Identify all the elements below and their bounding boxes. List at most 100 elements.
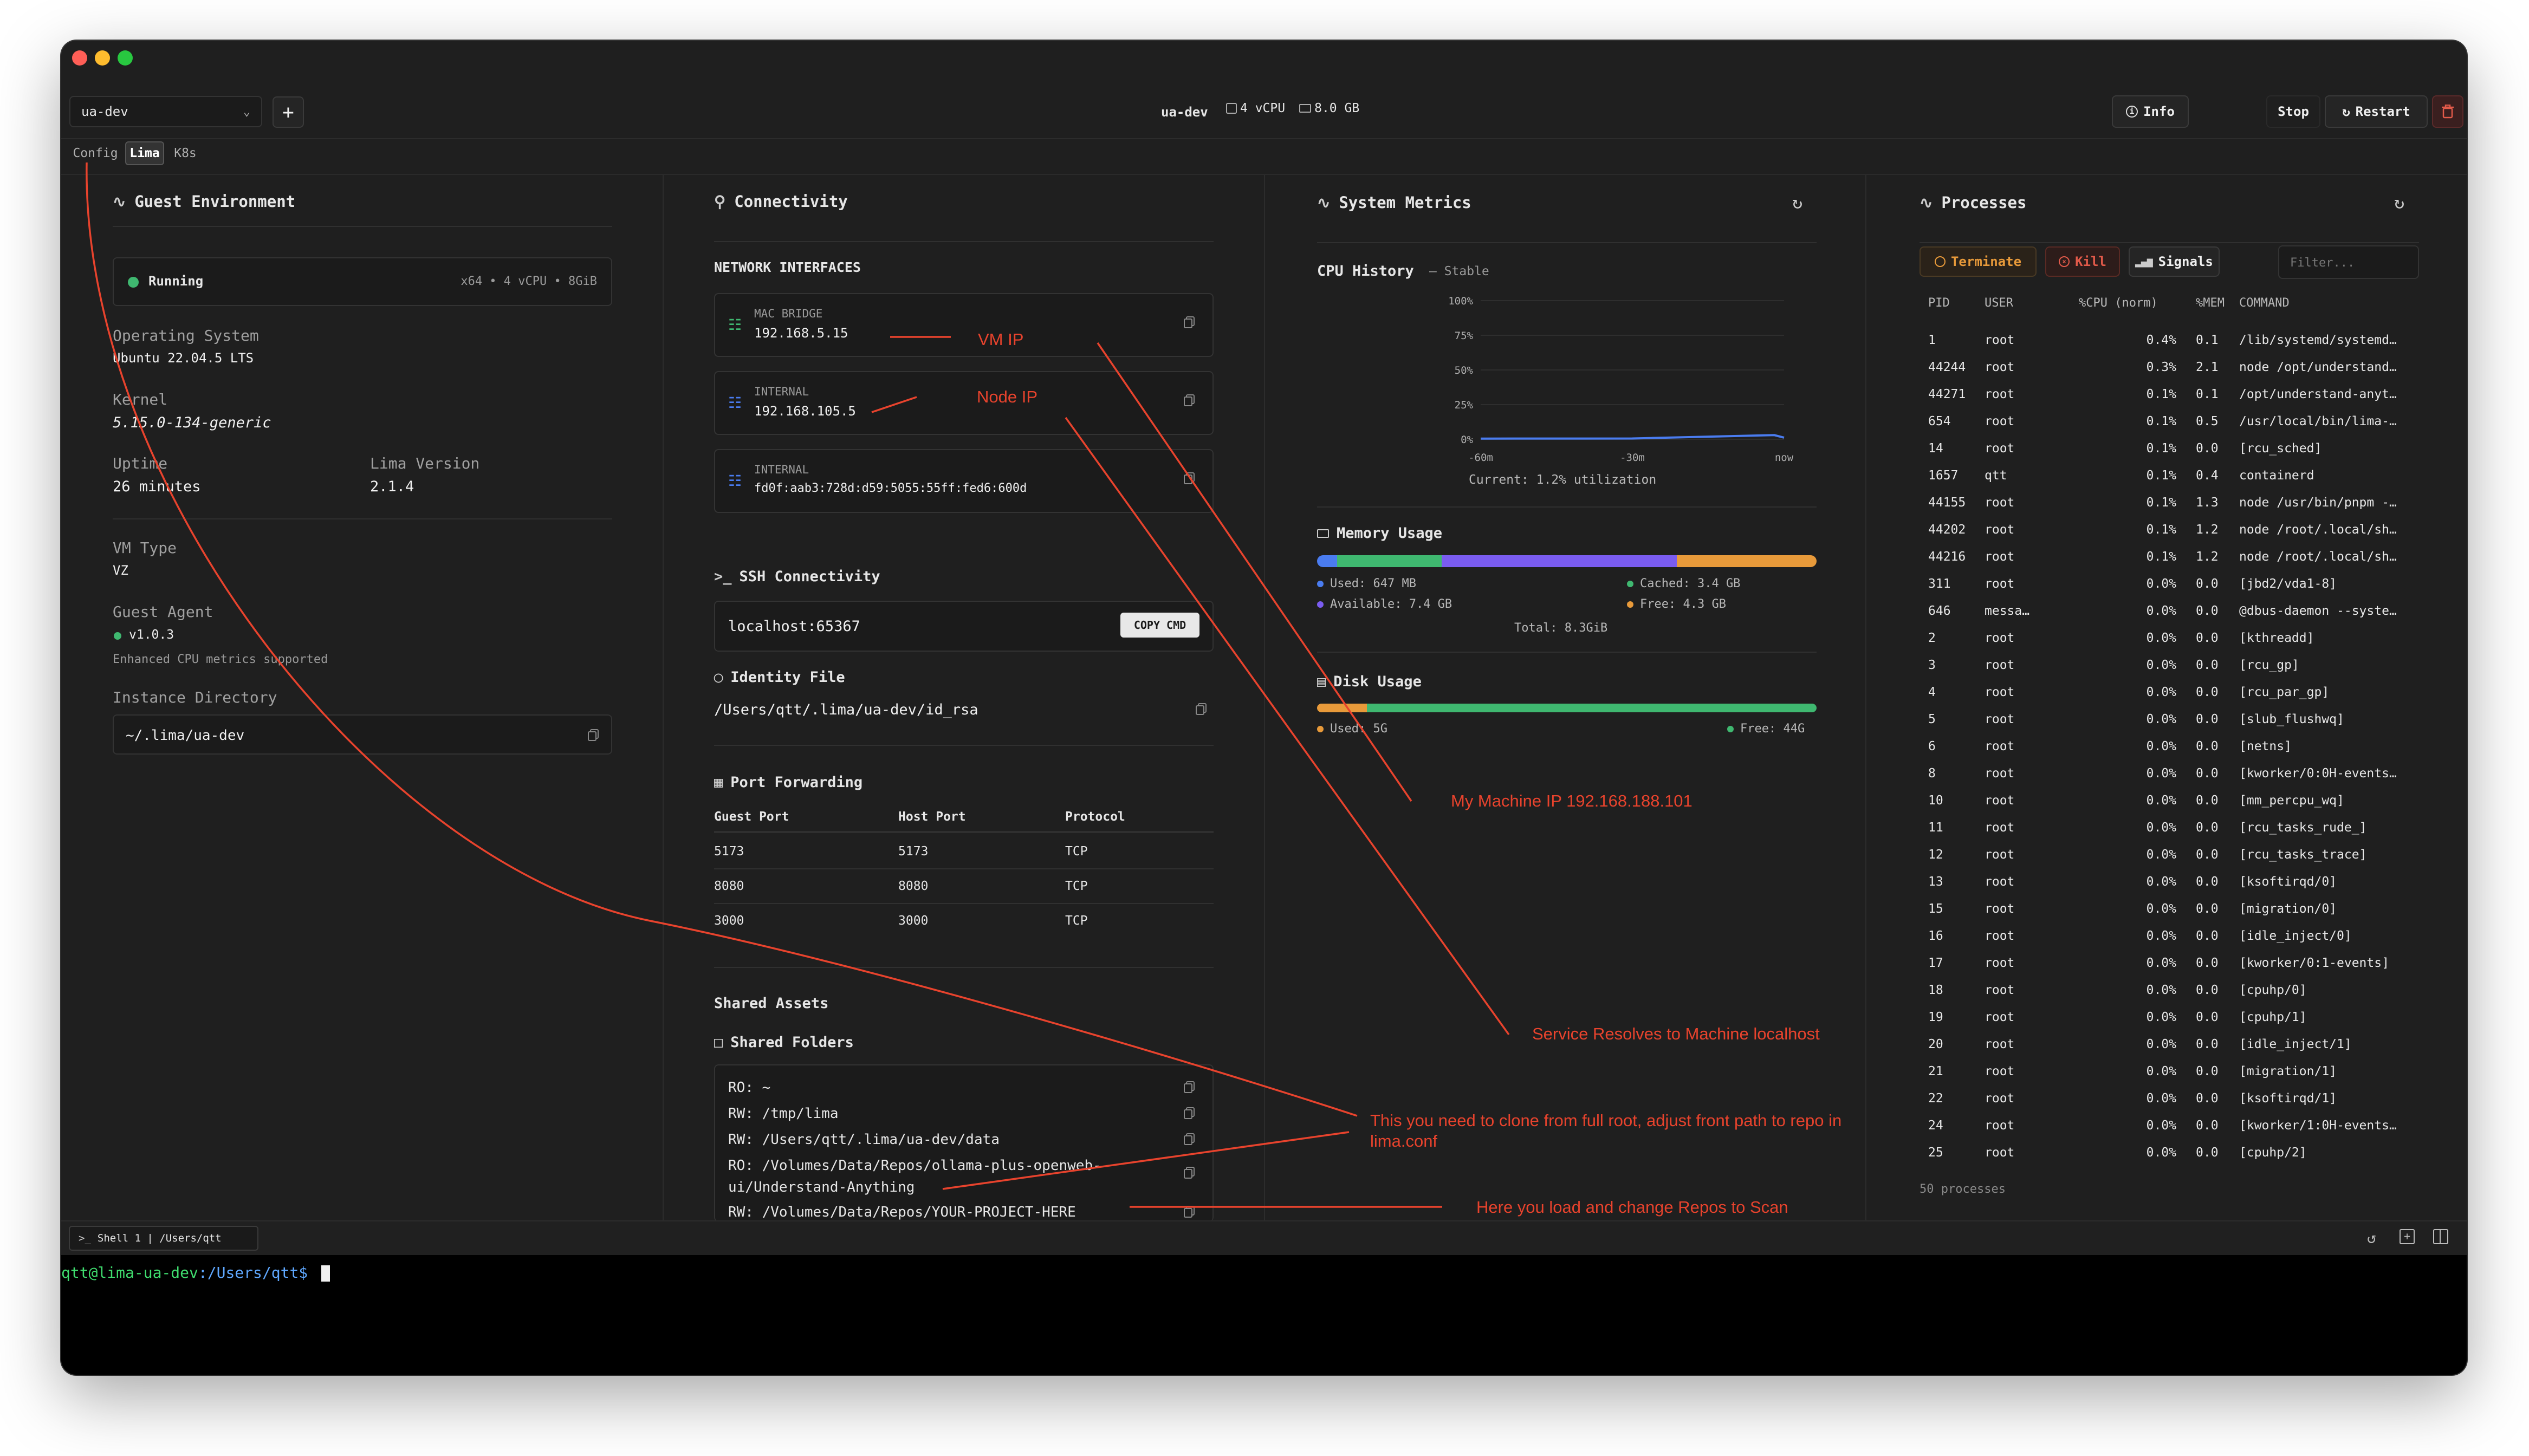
history-icon[interactable]: ↺	[2367, 1229, 2376, 1247]
process-row[interactable]: 6 root 0.0% 0.0 [netns]	[1920, 739, 2440, 766]
filter-input[interactable]: Filter...	[2278, 245, 2419, 279]
delete-instance-button[interactable]	[2432, 95, 2463, 128]
process-row[interactable]: 4 root 0.0% 0.0 [rcu_par_gp]	[1920, 685, 2440, 712]
copy-icon[interactable]	[1195, 703, 1207, 718]
kill-button[interactable]: × Kill	[2045, 246, 2120, 277]
restart-button[interactable]: ↻ Restart	[2325, 95, 2428, 128]
refresh-icon[interactable]: ↻	[2394, 192, 2404, 213]
zoom-window-button[interactable]	[118, 50, 133, 66]
copy-icon[interactable]	[1183, 1133, 1195, 1148]
user-cell: root	[1985, 1091, 2015, 1106]
refresh-icon[interactable]: ↻	[1792, 192, 1802, 213]
process-row[interactable]: 10 root 0.0% 0.0 [mm_percpu_wq]	[1920, 794, 2440, 821]
command-cell: /lib/systemd/systemd…	[2239, 333, 2397, 347]
process-row[interactable]: 2 root 0.0% 0.0 [kthreadd]	[1920, 631, 2440, 658]
col-pid[interactable]: PID	[1928, 296, 1950, 310]
interface-kind: MAC BRIDGE	[754, 307, 823, 320]
copy-icon[interactable]	[1183, 316, 1195, 331]
pf-header-host: Host Port	[898, 810, 966, 824]
command-cell: [cpuhp/0]	[2239, 983, 2307, 997]
copy-icon[interactable]	[1183, 472, 1195, 487]
process-row[interactable]: 12 root 0.0% 0.0 [rcu_tasks_trace]	[1920, 848, 2440, 875]
pid-cell: 646	[1928, 604, 1951, 618]
process-row[interactable]: 3 root 0.0% 0.0 [rcu_gp]	[1920, 658, 2440, 685]
process-row[interactable]: 44244 root 0.3% 2.1 node /opt/understand…	[1920, 360, 2440, 387]
tab-k8s[interactable]: K8s	[167, 141, 203, 165]
pid-cell: 4	[1928, 685, 1936, 699]
process-row[interactable]: 16 root 0.0% 0.0 [idle_inject/0]	[1920, 929, 2440, 956]
process-row[interactable]: 13 root 0.0% 0.0 [ksoftirqd/0]	[1920, 875, 2440, 902]
instance-select[interactable]: ua-dev ⌄	[69, 96, 262, 127]
divider	[714, 241, 1214, 242]
mem-cell: 0.0	[2196, 848, 2219, 862]
col-user[interactable]: USER	[1985, 296, 2013, 310]
memory-free-segment	[1676, 555, 1817, 567]
process-row[interactable]: 25 root 0.0% 0.0 [cpuhp/2]	[1920, 1146, 2440, 1173]
user-cell: root	[1985, 766, 2015, 781]
terminal-screen[interactable]: qtt@lima-ua-dev:/Users/qtt$	[61, 1255, 2467, 1375]
processes-section-title: ∿ Processes	[1920, 193, 2026, 212]
pid-cell: 18	[1928, 983, 1943, 997]
process-row[interactable]: 44216 root 0.1% 1.2 node /root/.local/sh…	[1920, 550, 2440, 577]
terminate-button[interactable]: Terminate	[1920, 246, 2037, 277]
process-row[interactable]: 8 root 0.0% 0.0 [kworker/0:0H-events…	[1920, 766, 2440, 794]
process-row[interactable]: 311 root 0.0% 0.0 [jbd2/vda1-8]	[1920, 577, 2440, 604]
lima-version-value: 2.1.4	[370, 478, 414, 495]
ssh-field[interactable]: localhost:65367 COPY CMD	[714, 601, 1214, 652]
user-cell: root	[1985, 794, 2015, 808]
pf-host-port: 5173	[898, 844, 929, 859]
copy-icon[interactable]	[1183, 1107, 1195, 1122]
cpu-history-state: — Stable	[1429, 264, 1489, 278]
process-row[interactable]: 11 root 0.0% 0.0 [rcu_tasks_rude_]	[1920, 821, 2440, 848]
col-mem[interactable]: %MEM	[2196, 296, 2225, 310]
add-instance-button[interactable]: +	[273, 96, 304, 128]
process-row[interactable]: 1657 qtt 0.1% 0.4 containerd	[1920, 469, 2440, 496]
stop-button[interactable]: Stop	[2266, 95, 2320, 128]
process-row[interactable]: 22 root 0.0% 0.0 [ksoftirqd/1]	[1920, 1091, 2440, 1119]
copy-icon[interactable]	[1183, 1205, 1195, 1220]
process-row[interactable]: 21 root 0.0% 0.0 [migration/1]	[1920, 1064, 2440, 1091]
process-row[interactable]: 646 messa… 0.0% 0.0 @dbus-daemon --syste…	[1920, 604, 2440, 631]
process-row[interactable]: 20 root 0.0% 0.0 [idle_inject/1]	[1920, 1037, 2440, 1064]
process-row[interactable]: 5 root 0.0% 0.0 [slub_flushwq]	[1920, 712, 2440, 739]
process-table-body: 1 root 0.4% 0.1/lib/systemd/systemd… 44244 ro…	[1920, 333, 2440, 1200]
process-row[interactable]: 14 root 0.1% 0.0 [rcu_sched]	[1920, 441, 2440, 469]
process-row[interactable]: 1 root 0.4% 0.1/lib/systemd/systemd…	[1920, 333, 2440, 360]
mem-cell: 0.0	[2196, 739, 2219, 753]
copy-icon[interactable]	[1183, 1081, 1195, 1096]
pid-cell: 44244	[1928, 360, 1966, 374]
info-button[interactable]: i Info	[2112, 95, 2189, 128]
instance-dir-field[interactable]: ~/.lima/ua-dev	[113, 714, 612, 755]
copy-icon[interactable]	[587, 729, 599, 744]
minimize-window-button[interactable]	[95, 50, 110, 66]
terminal-tab[interactable]: >_ Shell 1 | /Users/qtt	[69, 1226, 258, 1251]
process-row[interactable]: 44202 root 0.1% 1.2 node /root/.local/sh…	[1920, 523, 2440, 550]
cpu-x-tick: -60m	[1468, 452, 1493, 464]
process-row[interactable]: 44271 root 0.1% 0.1/opt/understand-anyt…	[1920, 387, 2440, 414]
close-window-button[interactable]	[72, 50, 87, 66]
split-pane-icon[interactable]	[2433, 1229, 2448, 1244]
copy-cmd-button[interactable]: COPY CMD	[1120, 613, 1199, 638]
process-row[interactable]: 18 root 0.0% 0.0 [cpuhp/0]	[1920, 983, 2440, 1010]
signals-button[interactable]: ▂▄▆ Signals	[2129, 246, 2220, 277]
col-command[interactable]: COMMAND	[2239, 296, 2290, 310]
copy-icon[interactable]	[1183, 394, 1195, 409]
new-terminal-icon[interactable]: +	[2400, 1229, 2415, 1244]
process-row[interactable]: 654 root 0.1% 0.5/usr/local/bin/lima-…	[1920, 414, 2440, 441]
mem-cell: 0.0	[2196, 631, 2219, 645]
divider	[714, 868, 1214, 869]
process-row[interactable]: 15 root 0.0% 0.0 [migration/0]	[1920, 902, 2440, 929]
process-row[interactable]: 17 root 0.0% 0.0 [kworker/0:1-events]	[1920, 956, 2440, 983]
col-cpu[interactable]: %CPU (norm)	[2079, 296, 2158, 310]
copy-icon[interactable]	[1183, 1166, 1195, 1181]
memory-usage-bar	[1317, 555, 1817, 567]
process-row[interactable]: 44155 root 0.1% 1.3 node /usr/bin/pnpm -…	[1920, 496, 2440, 523]
cpu-cell: 0.0%	[2146, 848, 2176, 862]
process-row[interactable]: 24 root 0.0% 0.0 [kworker/1:0H-events…	[1920, 1119, 2440, 1146]
terminal-prompt: qtt@lima-ua-dev:/Users/qtt$	[61, 1264, 330, 1282]
command-cell: [rcu_gp]	[2239, 658, 2299, 672]
tab-lima[interactable]: Lima	[125, 141, 164, 165]
tab-config[interactable]: Config	[69, 141, 122, 165]
mem-cell: 0.0	[2196, 1146, 2219, 1160]
process-row[interactable]: 19 root 0.0% 0.0 [cpuhp/1]	[1920, 1010, 2440, 1037]
